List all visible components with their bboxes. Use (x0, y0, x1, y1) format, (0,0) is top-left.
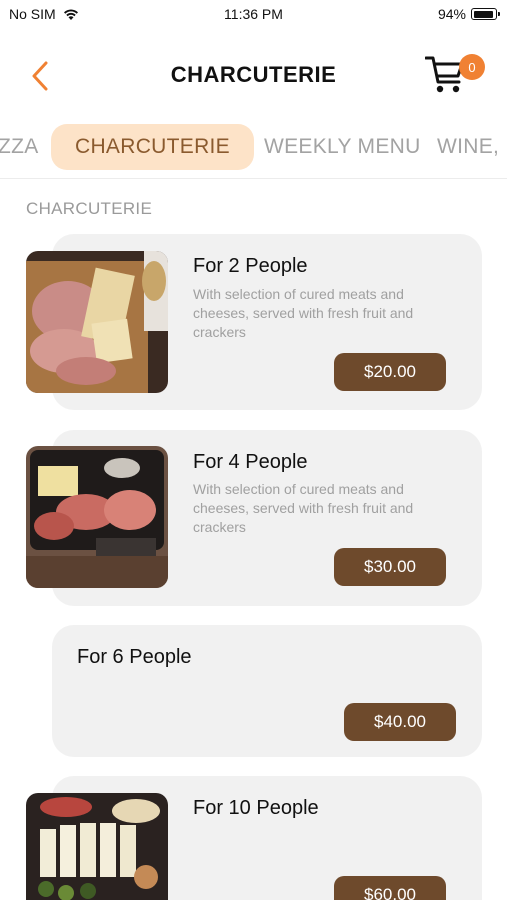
item-image (26, 793, 168, 900)
item-title: For 2 People (193, 255, 308, 277)
tab-pizza[interactable]: ZZA (0, 124, 39, 170)
cart-count-badge: 0 (459, 54, 485, 80)
battery-icon (471, 8, 500, 20)
item-title: For 6 People (77, 646, 192, 668)
item-image (26, 251, 168, 393)
tab-wine[interactable]: WINE, (437, 124, 499, 170)
nav-header: CHARCUTERIE 0 (0, 44, 507, 108)
price-button[interactable]: $60.00 (334, 876, 446, 900)
status-bar: No SIM 11:36 PM 94% (0, 0, 507, 30)
cart-button[interactable]: 0 (424, 54, 485, 98)
status-time: 11:36 PM (224, 6, 283, 22)
section-label: CHARCUTERIE (26, 199, 153, 218)
battery-info: 94% (437, 6, 500, 22)
tab-charcuterie[interactable]: CHARCUTERIE (51, 124, 254, 170)
category-tabs: ZZA CHARCUTERIE WEEKLY MENU WINE, (0, 124, 507, 172)
price-button[interactable]: $40.00 (344, 703, 456, 741)
tabs-divider (0, 178, 507, 179)
item-title: For 10 People (193, 797, 319, 819)
price-button[interactable]: $20.00 (334, 353, 446, 391)
item-image (26, 446, 168, 588)
price-button[interactable]: $30.00 (334, 548, 446, 586)
battery-percent: 94% (437, 6, 466, 22)
item-title: For 4 People (193, 451, 308, 473)
cart-icon (424, 56, 464, 93)
item-description: With selection of cured meats and cheese… (193, 481, 414, 535)
item-description: With selection of cured meats and cheese… (193, 286, 414, 340)
tab-weekly-menu[interactable]: WEEKLY MENU (264, 124, 421, 170)
